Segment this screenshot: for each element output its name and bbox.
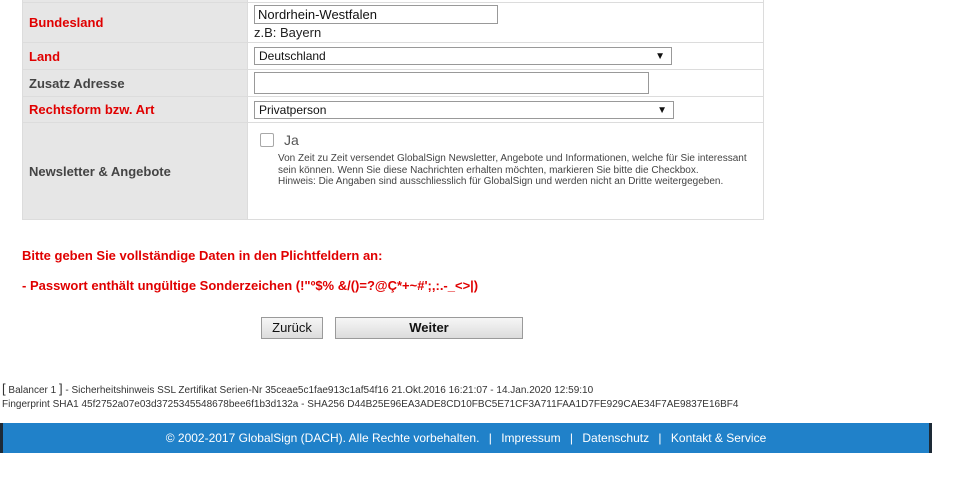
newsletter-checkbox-label[interactable]: Ja (284, 132, 299, 148)
rechtsform-label: Rechtsform bzw. Art (22, 96, 248, 123)
footer-separator: | (488, 431, 492, 445)
rechtsform-select-value: Privatperson (259, 102, 327, 117)
rechtsform-cell: Privatperson ▼ (247, 96, 764, 123)
bundesland-hint: z.B: Bayern (254, 25, 322, 40)
bundesland-input[interactable]: Nordrhein-Westfalen (254, 5, 498, 24)
footer-separator: | (569, 431, 574, 445)
next-button[interactable]: Weiter (335, 317, 523, 339)
bundesland-cell: Nordrhein-Westfalen z.B: Bayern (247, 2, 764, 43)
footer-separator: | (658, 431, 662, 445)
bracket-close: ] (59, 381, 63, 396)
footer-link-impressum[interactable]: Impressum (501, 431, 560, 445)
balancer-label: Balancer 1 (8, 385, 57, 396)
land-cell: Deutschland ▼ (247, 42, 764, 70)
newsletter-text-2: Hinweis: Die Angaben sind ausschliesslic… (278, 176, 724, 187)
footer-right-edge (929, 423, 932, 453)
footer-link-datenschutz[interactable]: Datenschutz (582, 431, 649, 445)
footer-bar: © 2002-2017 GlobalSign (DACH). Alle Rech… (0, 423, 932, 453)
dropdown-arrow-icon: ▼ (657, 104, 667, 116)
error-message: - Passwort enthält ungültige Sonderzeich… (22, 278, 479, 293)
fingerprint-line: Fingerprint SHA1 45f2752a07e03d372534554… (2, 399, 739, 410)
newsletter-label: Newsletter & Angebote (22, 122, 248, 220)
newsletter-description: Von Zeit zu Zeit versendet GlobalSign Ne… (278, 153, 748, 188)
dropdown-arrow-icon: ▼ (655, 51, 665, 62)
footer-link-kontakt[interactable]: Kontakt & Service (671, 431, 766, 445)
ssl-certificate-info: - Sicherheitshinweis SSL Zertifikat Seri… (65, 385, 594, 396)
land-label: Land (22, 42, 248, 70)
land-select-value: Deutschland (259, 49, 326, 63)
newsletter-checkbox[interactable] (260, 132, 274, 147)
bundesland-label: Bundesland (22, 2, 248, 43)
zusatz-input[interactable] (254, 72, 649, 94)
registration-form-table: Bundesland Nordrhein-Westfalen z.B: Baye… (22, 0, 764, 220)
zusatz-label: Zusatz Adresse (22, 69, 248, 97)
bracket-open: [ (2, 381, 6, 396)
footer-copyright: © 2002-2017 GlobalSign (DACH). Alle Rech… (165, 431, 480, 445)
zusatz-cell (247, 69, 764, 97)
land-select[interactable]: Deutschland ▼ (254, 47, 672, 65)
newsletter-cell: Ja Von Zeit zu Zeit versendet GlobalSign… (247, 122, 764, 220)
footer-left-edge (0, 423, 3, 453)
back-button[interactable]: Zurück (261, 317, 323, 339)
ssl-info-line: [ Balancer 1 ] - Sicherheitshinweis SSL … (2, 381, 593, 396)
rechtsform-select[interactable]: Privatperson ▼ (254, 100, 674, 119)
error-headline: Bitte geben Sie vollständige Daten in de… (22, 248, 383, 263)
newsletter-text-1: Von Zeit zu Zeit versendet GlobalSign Ne… (278, 153, 747, 176)
